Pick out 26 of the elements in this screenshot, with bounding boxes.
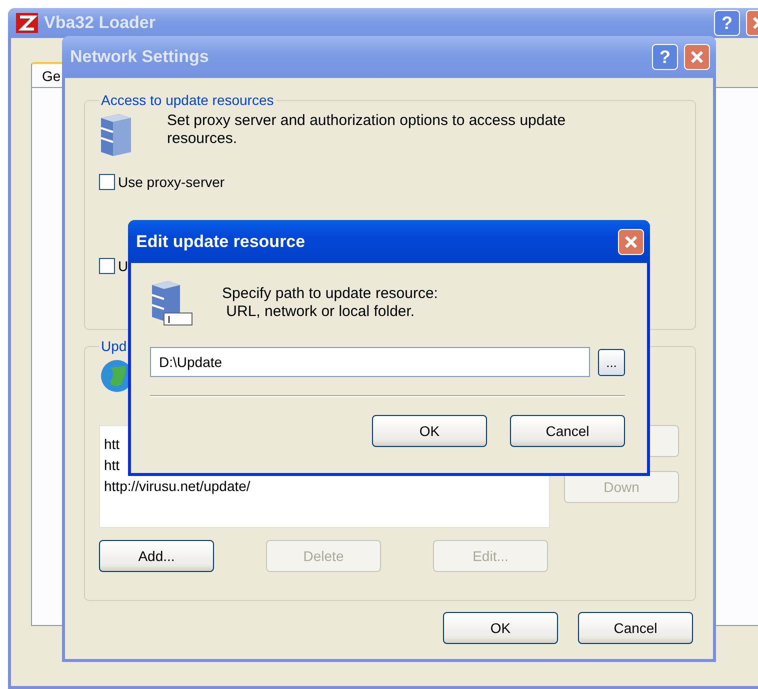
description-text: Set proxy server and authorization options to access update resources. [167, 112, 567, 148]
list-item[interactable]: htt [104, 434, 120, 455]
dialog-button[interactable]: Cancel [578, 612, 693, 644]
dialog-title: Network Settings [70, 47, 210, 67]
window-title: Vba32 Loader [44, 13, 156, 33]
group-title: Upd [100, 338, 128, 354]
instruction-text: Specify path to update resource: URL, network or local folder. [222, 285, 438, 321]
path-field[interactable]: D:\Update [150, 347, 590, 377]
browse-button[interactable]: ... [598, 348, 625, 376]
checkbox[interactable]: Use proxy-server [99, 174, 681, 190]
dialog-button[interactable]: OK [443, 612, 558, 644]
close-button[interactable] [618, 228, 644, 254]
server-text-icon [150, 279, 194, 327]
close-button[interactable] [684, 44, 710, 70]
list-item[interactable]: http://virusu.net/update/ [104, 476, 250, 497]
dialog-button[interactable]: Cancel [510, 415, 625, 447]
app-logo-icon [16, 13, 38, 33]
help-button[interactable]: ? [714, 10, 740, 36]
list-action-button[interactable]: Add... [99, 540, 214, 572]
close-icon [624, 234, 638, 248]
list-item[interactable]: htt [104, 455, 120, 476]
close-icon [690, 50, 704, 64]
group-title: Access to update resources [100, 92, 275, 108]
dialog-title: Edit update resource [136, 232, 306, 252]
help-button[interactable]: ? [652, 44, 678, 70]
dialog-button[interactable]: OK [372, 415, 487, 447]
